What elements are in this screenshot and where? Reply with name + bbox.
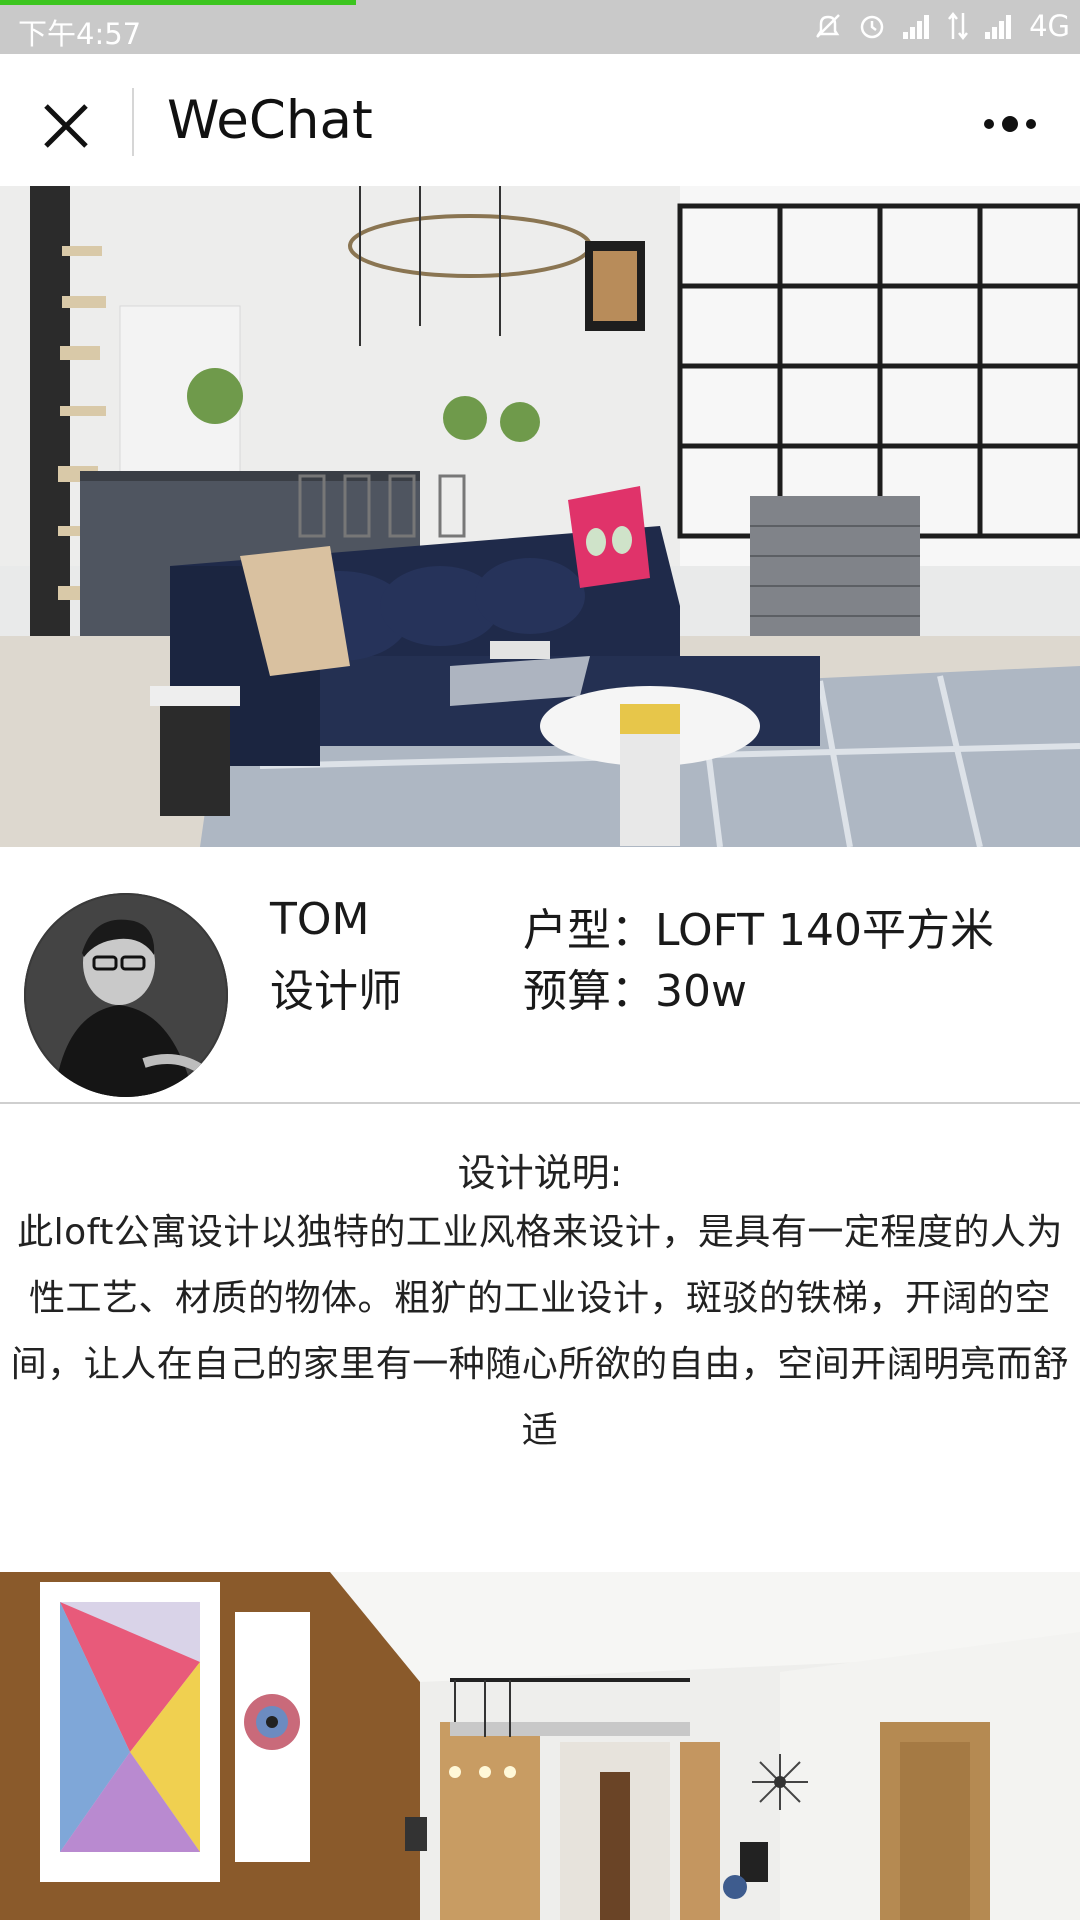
page-load-progress — [0, 0, 357, 5]
section-divider — [0, 1102, 1080, 1104]
designer-role: 设计师 — [270, 966, 402, 1017]
alarm-icon — [860, 15, 884, 39]
designer-avatar — [24, 893, 228, 1097]
data-arrows-icon — [948, 11, 969, 41]
designer-name: TOM — [270, 894, 370, 945]
network-type: 4G — [1029, 9, 1070, 43]
description-heading: 设计说明: — [457, 1151, 623, 1195]
living-room-photo — [0, 186, 1080, 847]
nav-bar: WeChat — [0, 54, 1080, 186]
status-bar: 下午4:57 4G — [0, 0, 1080, 54]
nav-divider — [132, 88, 134, 156]
close-button[interactable] — [36, 96, 96, 156]
status-icons: 4G — [813, 9, 1070, 43]
mute-icon — [816, 14, 840, 38]
budget: 预算：30w — [523, 966, 747, 1017]
signal-icon — [903, 15, 930, 39]
page-title: WeChat — [167, 90, 373, 151]
close-icon — [44, 104, 88, 148]
more-button[interactable] — [980, 106, 1040, 142]
more-icon — [984, 116, 1036, 132]
house-type: 户型：LOFT 140平方米 — [523, 905, 994, 956]
signal-icon — [985, 15, 1012, 39]
hallway-photo — [0, 1572, 1080, 1920]
description-body: 此loft公寓设计以独特的工业风格来设计，是具有一定程度的人为性工艺、材质的物体… — [10, 1212, 1070, 1451]
status-time: 下午4:57 — [18, 17, 142, 51]
